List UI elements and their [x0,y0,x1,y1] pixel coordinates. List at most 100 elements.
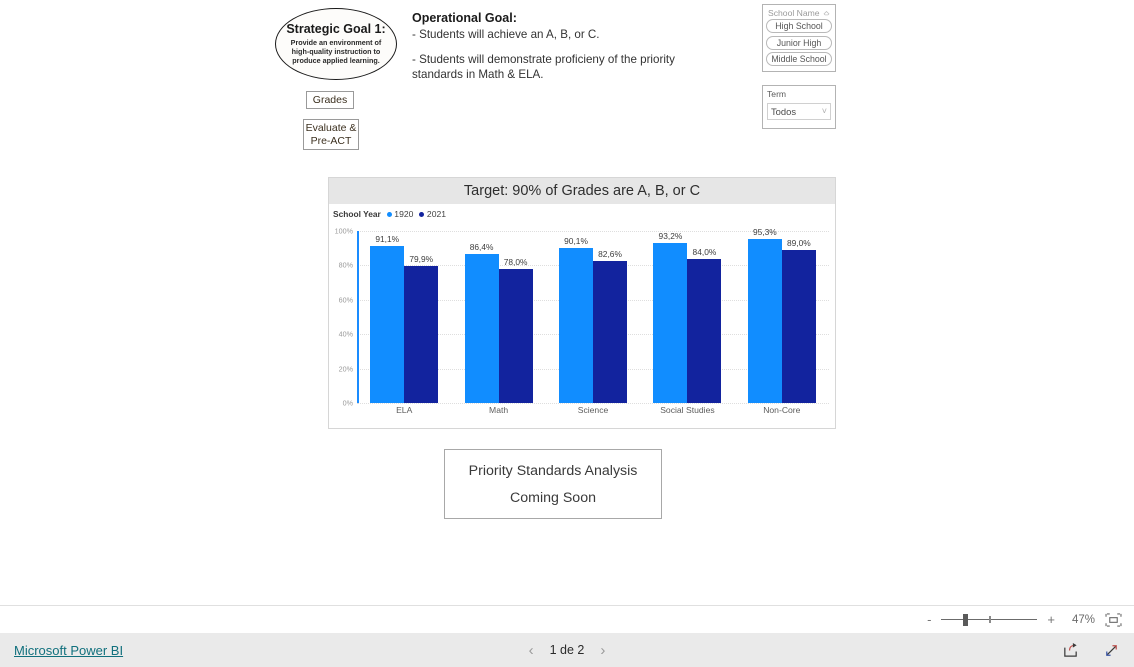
chart-title: Target: 90% of Grades are A, B, or C [329,178,835,204]
bar-group: 90,1% 82,6% [546,221,640,403]
strategic-goal-line-3: produce applied learning. [292,56,380,66]
bar-group: 93,2% 84,0% [640,221,734,403]
zoom-slider-midpoint-tick [989,615,991,623]
zoom-percent-label: 47% [1071,613,1095,626]
chevron-left-icon[interactable]: ‹ [529,643,534,658]
operational-goal-spacer [412,43,697,52]
share-icon[interactable] [1062,642,1079,659]
chart-x-axis: ELA Math Science Social Studies Non-Core [357,405,829,415]
x-axis-tick-label: ELA [396,405,413,415]
bar-science-1920[interactable]: 90,1% [559,236,594,403]
page-navigation: ‹ 1 de 2 › [529,643,606,658]
bar-math-2021[interactable]: 78,0% [498,257,533,403]
chevron-down-icon[interactable]: ˅ [822,107,827,116]
strategic-goal-callout: Strategic Goal 1: Provide an environment… [275,8,397,80]
microsoft-power-bi-link[interactable]: Microsoft Power BI [14,643,123,658]
bar-science-2021[interactable]: 82,6% [593,249,628,403]
zoom-slider-thumb[interactable] [963,613,969,626]
bar-data-label: 90,1% [564,236,588,247]
operational-goal-bullet-2-continued: standards in Math & ELA. [412,68,544,81]
bar-data-label: 86,4% [469,242,494,253]
operational-goal-bullet-1: - Students will achieve an A, B, or C. [412,28,600,41]
bar-group: 86,4% 78,0% [451,221,545,403]
y-axis-tick-label: 100% [334,226,353,236]
strategic-goal-line-1: Provide an environment of [290,37,382,47]
legend-color-swatch-1920 [386,211,392,217]
bar-ela-1920[interactable]: 91,1% [370,234,405,403]
bar-non-core-2021[interactable]: 89,0% [781,238,816,403]
operational-goal-heading: Operational Goal: [412,11,517,25]
bar-social-studies-1920[interactable]: 93,2% [653,231,688,403]
bar-data-label: 79,9% [409,253,434,264]
chart-plot-area: 0% 20% 40% 60% 80% 100% 91,1% 79,9% 86,4% 78,0% 9… [329,221,835,429]
fit-to-page-icon[interactable] [1105,612,1122,627]
legend-item-2021[interactable]: 2021 [419,209,446,219]
term-slicer-value: Todos [771,106,797,117]
page-indicator-label: 1 de 2 [549,643,585,657]
school-name-slicer[interactable]: School Name High School Junior High Midd… [762,4,836,72]
x-axis-tick-label: Math [489,405,509,415]
report-canvas: Strategic Goal 1: Provide an environment… [0,0,1134,605]
bar-ela-2021[interactable]: 79,9% [404,254,439,403]
coming-soon-line-2: Coming Soon [510,489,596,506]
chart-bars-layer: 91,1% 79,9% 86,4% 78,0% 90,1% 82,6% 93,2% 84,0%… [357,221,829,403]
grades-bar-chart-visual[interactable]: Target: 90% of Grades are A, B, or C Sch… [328,177,836,429]
bar-non-core-1920[interactable]: 95,3% [747,227,782,403]
bar-data-label: 82,6% [598,248,622,259]
priority-standards-coming-soon-box: Priority Standards Analysis Coming Soon [444,449,662,519]
footer-icon-group [1062,642,1120,659]
bar-data-label: 78,0% [503,256,528,267]
report-footer: Microsoft Power BI ‹ 1 de 2 › [0,633,1134,667]
grades-nav-button-label: Grades [312,93,348,106]
zoom-slider[interactable] [941,613,1038,626]
y-axis-tick-label: 0% [342,398,353,408]
gridline [357,403,829,404]
zoom-status-bar: - + 47% [0,605,1134,633]
x-axis-tick-label: Science [577,405,609,415]
chart-legend: School Year 1920 2021 [329,204,835,221]
operational-goal-bullet-2: - Students will demonstrate proficieny o… [412,52,675,66]
school-name-slicer-item-high-school[interactable]: High School [766,19,832,33]
y-axis-tick-label: 40% [338,329,353,339]
operational-goal-block: Operational Goal: - Students will achiev… [412,10,697,83]
bar-data-label: 91,1% [375,234,400,245]
evaluate-nav-button-line-1: Evaluate & [305,121,357,134]
y-axis-tick-label: 60% [338,295,353,305]
bar-math-1920[interactable]: 86,4% [464,242,499,403]
bar-group: 95,3% 89,0% [735,221,829,403]
evaluate-pre-act-nav-button[interactable]: Evaluate & Pre-ACT [303,119,359,150]
school-name-slicer-title: School Name [768,7,820,18]
evaluate-nav-button-line-2: Pre-ACT [310,134,352,147]
school-name-slicer-item-junior-high[interactable]: Junior High [766,35,832,50]
coming-soon-line-1: Priority Standards Analysis [468,462,638,479]
x-axis-tick-label: Non-Core [763,405,801,415]
bar-data-label: 95,3% [752,227,777,238]
chart-y-axis: 0% 20% 40% 60% 80% 100% [329,221,355,408]
x-axis-tick-label: Social Studies [660,405,715,415]
y-axis-tick-label: 80% [338,260,353,270]
legend-color-swatch-2021 [419,211,425,217]
legend-item-1920[interactable]: 1920 [386,209,414,219]
legend-label-1920: 1920 [394,209,414,219]
bar-data-label: 84,0% [692,246,717,257]
fullscreen-icon[interactable] [1103,642,1120,659]
eraser-icon[interactable] [823,9,830,16]
y-axis-tick-label: 20% [338,364,353,374]
legend-label-2021: 2021 [426,209,447,219]
chart-legend-title: School Year [333,209,381,219]
strategic-goal-line-2: high-quality instruction to [291,46,381,56]
zoom-out-button[interactable]: - [927,613,931,626]
school-name-slicer-header: School Name [766,7,832,19]
zoom-in-button[interactable]: + [1047,613,1055,626]
term-slicer-dropdown[interactable]: Todos ˅ [767,103,831,120]
strategic-goal-title: Strategic Goal 1: [286,21,386,36]
bar-social-studies-2021[interactable]: 84,0% [687,247,722,403]
bar-data-label: 89,0% [786,237,811,248]
grades-nav-button[interactable]: Grades [306,91,354,109]
bar-group: 91,1% 79,9% [357,221,451,403]
bar-data-label: 93,2% [658,230,683,241]
term-slicer-label: Term [767,89,787,99]
term-slicer[interactable]: Term Todos ˅ [762,85,836,129]
school-name-slicer-item-middle-school[interactable]: Middle School [766,52,832,66]
chevron-right-icon[interactable]: › [600,643,605,658]
